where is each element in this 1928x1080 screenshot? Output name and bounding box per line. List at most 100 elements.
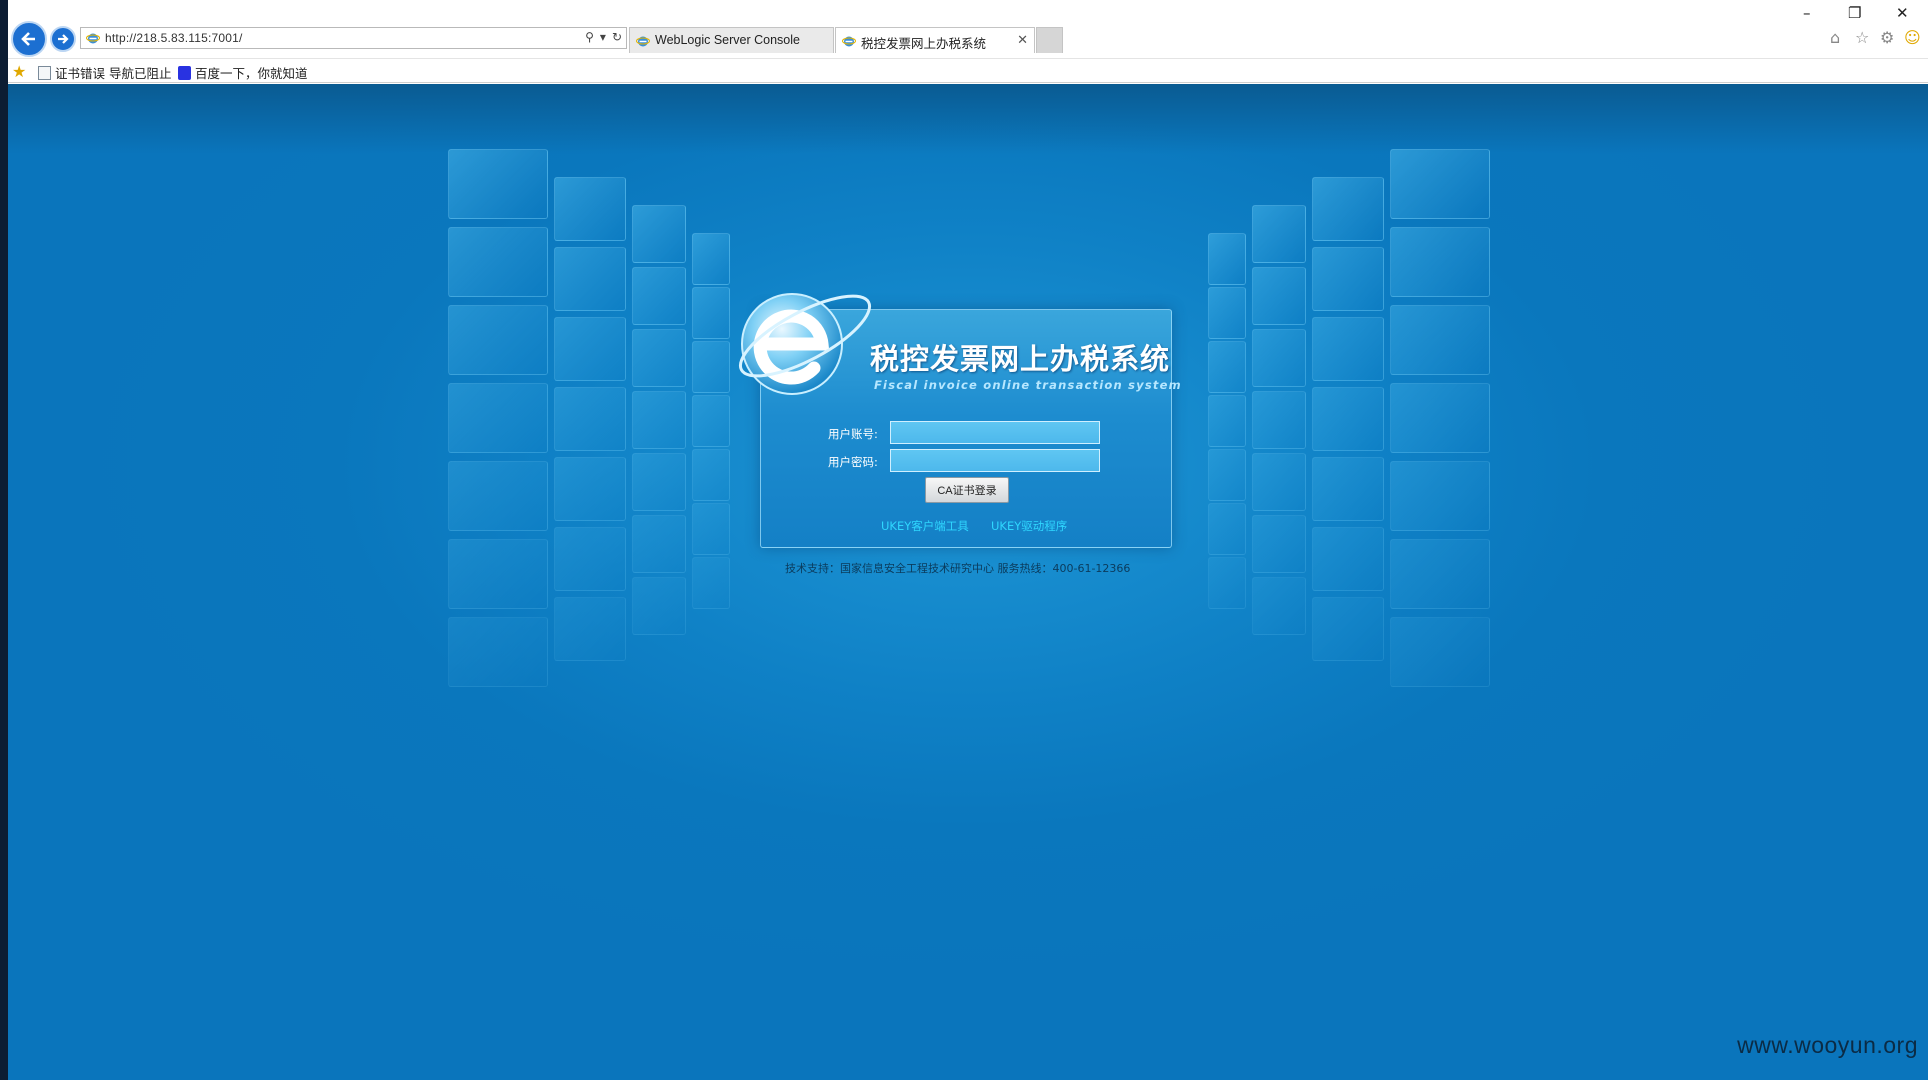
wall-tile xyxy=(448,383,548,453)
forward-button[interactable] xyxy=(50,26,76,52)
wall-tile xyxy=(554,527,626,591)
wall-tile xyxy=(632,577,686,635)
password-label: 用户密码: xyxy=(828,455,878,469)
new-tab-button[interactable] xyxy=(1036,27,1063,53)
wall-tile xyxy=(692,503,730,555)
ukey-driver-link[interactable]: UKEY驱动程序 xyxy=(991,518,1067,534)
minimize-icon[interactable]: – xyxy=(1803,4,1811,22)
wall-tile xyxy=(1312,387,1384,451)
wall-tile xyxy=(632,267,686,325)
ie-icon xyxy=(86,33,100,44)
wall-tile xyxy=(1312,527,1384,591)
wall-tile xyxy=(554,457,626,521)
username-field[interactable] xyxy=(890,421,1100,444)
wall-tile xyxy=(1208,449,1246,501)
system-subtitle: Fiscal invoice online transaction system xyxy=(874,378,1182,392)
wall-tile xyxy=(632,329,686,387)
top-shade xyxy=(8,84,1928,154)
wall-tile xyxy=(1252,453,1306,511)
system-title: 税控发票网上办税系统 xyxy=(870,342,1171,376)
search-icon[interactable]: ⚲ xyxy=(585,30,594,44)
favorite-item-baidu[interactable]: 百度一下，你就知道 xyxy=(178,63,308,82)
wall-tile xyxy=(1390,227,1490,297)
gear-icon[interactable]: ⚙ xyxy=(1880,28,1894,47)
wall-tile xyxy=(554,247,626,311)
baidu-icon xyxy=(178,66,191,80)
tab-weblogic[interactable]: WebLogic Server Console xyxy=(629,27,834,53)
wall-tile xyxy=(1252,577,1306,635)
wall-tile xyxy=(1390,539,1490,609)
wall-tile xyxy=(1390,617,1490,687)
tab-label: WebLogic Server Console xyxy=(655,33,800,47)
wall-tile xyxy=(448,149,548,219)
arrow-right-icon xyxy=(58,34,69,44)
ie-icon xyxy=(636,36,650,47)
favorite-label: 证书错误 导航已阻止 xyxy=(55,66,172,81)
refresh-icon[interactable]: ↻ xyxy=(612,30,622,44)
wall-tile xyxy=(448,227,548,297)
arrow-left-icon xyxy=(21,32,35,46)
watermark: www.wooyun.org xyxy=(1737,1032,1918,1058)
ukey-client-link[interactable]: UKEY客户端工具 xyxy=(881,518,969,534)
tab-label: 税控发票网上办税系统 xyxy=(861,37,987,51)
page-body: 税控发票网上办税系统 Fiscal invoice online transac… xyxy=(8,84,1928,1080)
wall-tile xyxy=(554,317,626,381)
wall-tile xyxy=(448,305,548,375)
wall-tile xyxy=(692,287,730,339)
wall-tile xyxy=(448,617,548,687)
wall-tile xyxy=(1312,177,1384,241)
browser-chrome: http://218.5.83.115:7001/ ⚲ ▾ ↻ WebLogic… xyxy=(8,0,1928,84)
username-label: 用户账号: xyxy=(828,427,878,441)
restore-icon[interactable]: ❐ xyxy=(1848,4,1861,22)
ca-login-button[interactable]: CA证书登录 xyxy=(925,477,1009,503)
ie-page-icon xyxy=(38,66,51,80)
wall-tile xyxy=(632,391,686,449)
favorites-icon[interactable]: ★ xyxy=(12,62,26,81)
wall-tile xyxy=(632,205,686,263)
wall-tile xyxy=(632,453,686,511)
wall-tile xyxy=(692,449,730,501)
address-tools: ⚲ ▾ ↻ xyxy=(585,30,622,44)
wall-tile xyxy=(1208,395,1246,447)
support-footer: 技术支持：国家信息安全工程技术研究中心 服务热线：400-61-12366 xyxy=(785,562,1131,575)
address-bar[interactable]: http://218.5.83.115:7001/ ⚲ ▾ ↻ xyxy=(80,27,627,49)
wall-tile xyxy=(1312,597,1384,661)
wall-tile xyxy=(554,597,626,661)
wall-tile xyxy=(1208,341,1246,393)
wall-tile xyxy=(448,539,548,609)
wall-tile xyxy=(1390,305,1490,375)
wall-tile xyxy=(554,387,626,451)
tab-tax-system[interactable]: 税控发票网上办税系统 ✕ xyxy=(835,27,1035,53)
wall-tile xyxy=(1208,503,1246,555)
wall-tile xyxy=(1208,287,1246,339)
wall-tile xyxy=(1252,205,1306,263)
smiley-icon[interactable]: ☺ xyxy=(1904,28,1921,47)
wall-tile xyxy=(1312,247,1384,311)
wall-tile xyxy=(1252,329,1306,387)
wall-tile xyxy=(1390,461,1490,531)
url-text[interactable]: http://218.5.83.115:7001/ xyxy=(105,31,243,45)
window-close-icon[interactable]: ✕ xyxy=(1896,4,1909,22)
wall-tile xyxy=(448,461,548,531)
wall-tile xyxy=(1312,457,1384,521)
wall-tile xyxy=(1390,149,1490,219)
dropdown-icon[interactable]: ▾ xyxy=(600,30,606,44)
desktop-edge xyxy=(0,0,8,1080)
password-field[interactable] xyxy=(890,449,1100,472)
wall-tile xyxy=(692,341,730,393)
wall-tile xyxy=(692,557,730,609)
wall-tile xyxy=(1252,515,1306,573)
favorite-label: 百度一下，你就知道 xyxy=(195,66,308,81)
wall-tile xyxy=(632,515,686,573)
close-icon[interactable]: ✕ xyxy=(1017,32,1028,48)
favorites-star-icon[interactable]: ☆ xyxy=(1855,28,1869,47)
wall-tile xyxy=(1390,383,1490,453)
home-icon[interactable]: ⌂ xyxy=(1830,28,1840,47)
back-button[interactable] xyxy=(11,21,47,57)
favorite-item-cert-error[interactable]: 证书错误 导航已阻止 xyxy=(38,63,171,82)
wall-tile xyxy=(1252,267,1306,325)
wall-tile xyxy=(692,233,730,285)
ie-logo-icon xyxy=(730,274,880,404)
wall-tile xyxy=(1312,317,1384,381)
wall-tile xyxy=(692,395,730,447)
